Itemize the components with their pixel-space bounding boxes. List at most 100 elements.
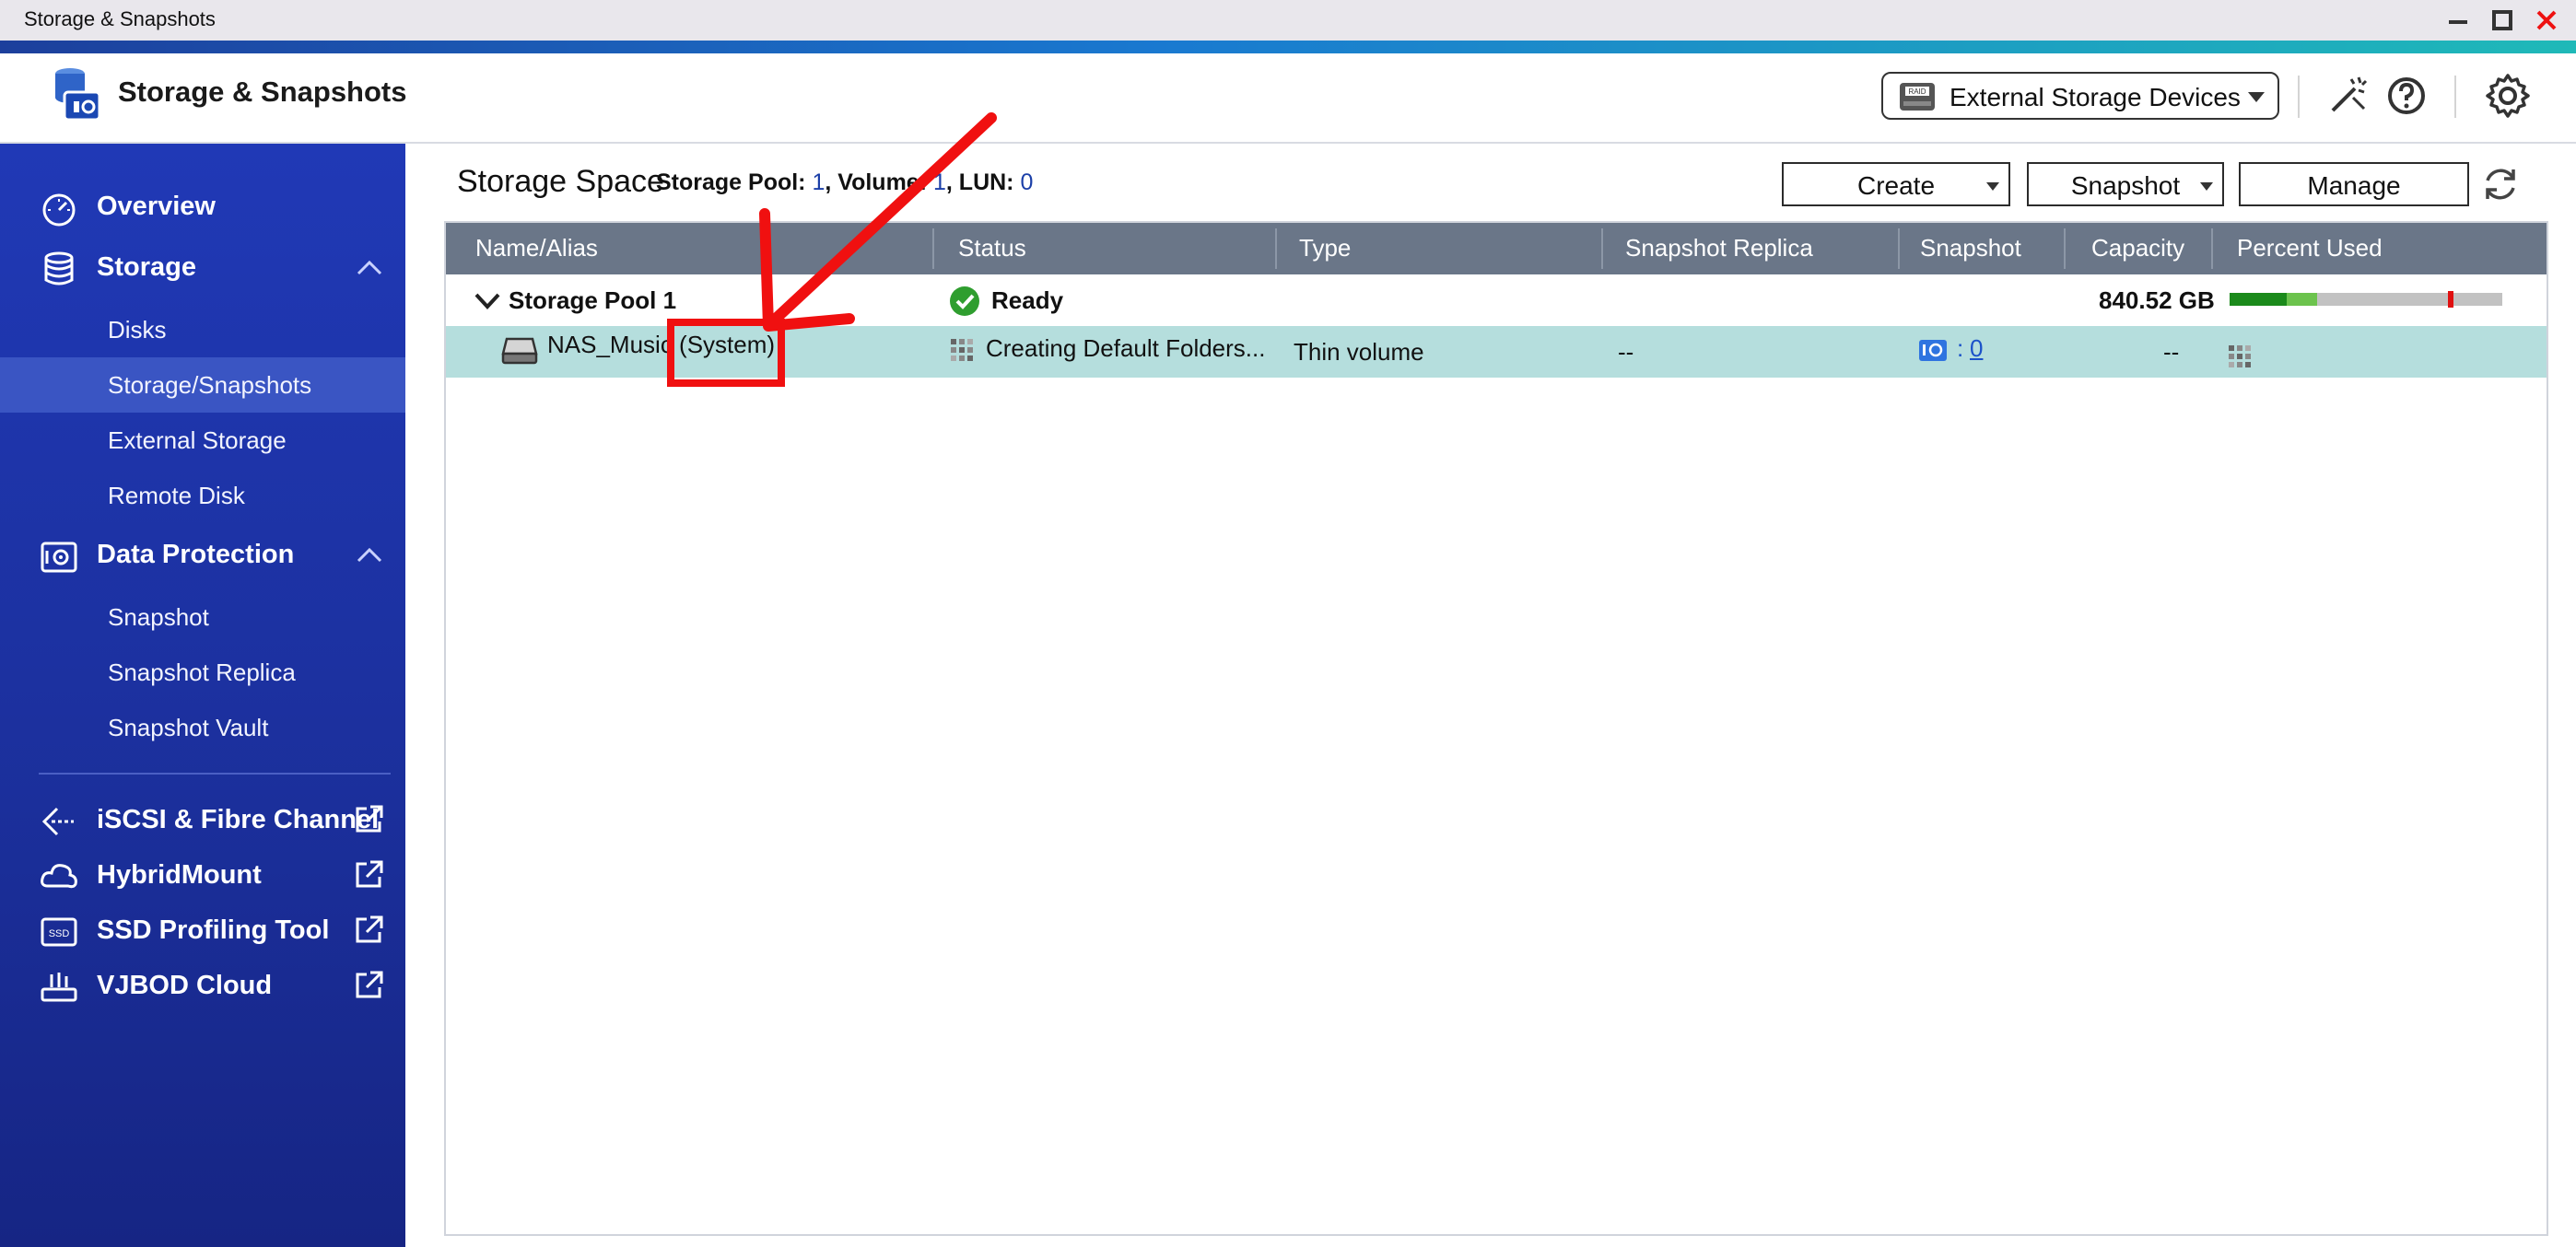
sidebar-item-ssd-profiling[interactable]: SSD SSD Profiling Tool — [0, 901, 405, 961]
volume-count: 1 — [933, 169, 946, 195]
column-header-type[interactable]: Type — [1299, 223, 1351, 274]
check-circle-icon — [950, 286, 979, 316]
column-divider — [2064, 228, 2066, 269]
sidebar-item-snapshot-vault[interactable]: Snapshot Vault — [0, 700, 405, 755]
header-divider — [2454, 76, 2456, 118]
sidebar-item-vjbod-cloud[interactable]: VJBOD Cloud — [0, 956, 405, 1017]
camera-safe-icon — [41, 542, 77, 573]
sidebar-item-label: VJBOD Cloud — [97, 971, 273, 1000]
sidebar-item-label: HybridMount — [97, 860, 262, 890]
column-header-snapshot[interactable]: Snapshot — [1920, 223, 2021, 274]
sidebar-item-storage[interactable]: Storage — [0, 238, 405, 298]
sidebar-item-overview[interactable]: Overview — [0, 177, 405, 238]
sidebar-item-label: Data Protection — [97, 540, 295, 569]
used-segment — [2230, 293, 2288, 306]
app-header: Storage & Snapshots RAID External Storag… — [0, 53, 2576, 144]
create-button[interactable]: Create — [1782, 162, 2010, 206]
create-button-label: Create — [1856, 171, 1936, 200]
sidebar-item-remote-disk[interactable]: Remote Disk — [0, 468, 405, 523]
external-link-icon[interactable] — [354, 858, 385, 890]
pool-capacity: 840.52 GB — [2099, 286, 2215, 314]
sidebar-item-data-protection[interactable]: Data Protection — [0, 525, 405, 586]
dashboard-gauge-icon — [42, 193, 76, 227]
snapshot-count-link[interactable]: 0 — [1970, 334, 1983, 363]
sidebar-item-label: SSD Profiling Tool — [97, 915, 330, 945]
lun-count: 0 — [1020, 169, 1034, 195]
pool-name: Storage Pool 1 — [509, 286, 677, 314]
sidebar-item-label: Snapshot Vault — [108, 714, 269, 741]
help-icon[interactable] — [2381, 70, 2432, 122]
snapshot-button[interactable]: Snapshot — [2027, 162, 2224, 206]
sidebar-item-hybridmount[interactable]: HybridMount — [0, 845, 405, 906]
minimize-icon[interactable] — [2443, 6, 2473, 35]
database-icon — [44, 251, 74, 286]
volume-status: Creating Default Folders... — [986, 334, 1266, 362]
sidebar-item-label: Storage/Snapshots — [108, 371, 312, 399]
volume-name: NAS_Music (System) — [547, 331, 776, 358]
sidebar-item-label: Remote Disk — [108, 482, 245, 509]
sidebar-item-label: External Storage — [108, 426, 287, 454]
header-divider — [2298, 76, 2300, 118]
column-header-snapshot-replica[interactable]: Snapshot Replica — [1625, 223, 1813, 274]
chevron-down-icon — [2248, 92, 2265, 102]
chevron-up-icon[interactable] — [356, 258, 383, 276]
cloud-icon — [41, 864, 77, 889]
storage-counts: Storage Pool: 1, Volume: 1, LUN: 0 — [656, 169, 1033, 196]
sidebar-item-iscsi[interactable]: iSCSI & Fibre Channel — [0, 790, 405, 851]
table-header: Name/Alias Status Type Snapshot Replica … — [446, 223, 2547, 274]
chevron-up-icon[interactable] — [356, 545, 383, 564]
sidebar-item-disks[interactable]: Disks — [0, 302, 405, 357]
iscsi-icon — [41, 807, 74, 836]
pool-count: 1 — [812, 169, 825, 195]
sidebar-item-external-storage[interactable]: External Storage — [0, 413, 405, 468]
chevron-down-icon[interactable] — [474, 291, 501, 311]
close-icon[interactable] — [2532, 6, 2561, 35]
column-divider — [2211, 228, 2213, 269]
lun-label: , LUN: — [945, 169, 1014, 195]
snapshot-used-segment — [2287, 293, 2317, 306]
sidebar-item-label: Snapshot Replica — [108, 658, 296, 686]
column-divider — [1898, 228, 1900, 269]
volume-label: , Volume: — [825, 169, 928, 195]
external-link-icon[interactable] — [354, 969, 385, 1000]
refresh-icon[interactable] — [2478, 162, 2523, 206]
column-header-percent-used[interactable]: Percent Used — [2237, 223, 2383, 274]
vjbod-icon — [41, 973, 77, 1002]
sidebar-item-storage-snapshots[interactable]: Storage/Snapshots — [0, 357, 405, 413]
snapshot-separator: : — [1957, 334, 1964, 362]
column-header-capacity[interactable]: Capacity — [2091, 223, 2184, 274]
external-link-icon[interactable] — [354, 803, 385, 834]
storage-snapshots-logo-icon — [55, 68, 101, 122]
loading-grid-icon — [2229, 345, 2251, 367]
volume-type: Thin volume — [1294, 338, 1424, 366]
table-row-storage-pool[interactable]: Storage Pool 1 Ready 840.52 GB — [446, 274, 2547, 326]
sidebar-item-label: iSCSI & Fibre Channel — [97, 805, 380, 834]
sidebar-item-label: Snapshot — [108, 603, 209, 631]
manage-button[interactable]: Manage — [2239, 162, 2469, 206]
external-link-icon[interactable] — [354, 914, 385, 945]
maximize-icon[interactable] — [2488, 6, 2517, 35]
window-title: Storage & Snapshots — [24, 7, 216, 30]
column-divider — [1275, 228, 1277, 269]
sidebar-divider — [39, 773, 391, 775]
loading-grid-icon — [951, 339, 973, 361]
sidebar-item-label: Disks — [108, 316, 167, 344]
sidebar-item-snapshot[interactable]: Snapshot — [0, 589, 405, 645]
gear-icon[interactable] — [2482, 70, 2534, 122]
chevron-down-icon — [1986, 182, 1999, 191]
magic-wand-icon[interactable] — [2324, 70, 2375, 122]
column-header-status[interactable]: Status — [958, 223, 1026, 274]
svg-text:SSD: SSD — [49, 928, 70, 939]
percent-used-bar — [2230, 291, 2502, 308]
storage-table: Name/Alias Status Type Snapshot Replica … — [444, 221, 2548, 1236]
external-storage-devices-dropdown[interactable]: RAID External Storage Devices — [1881, 72, 2279, 120]
column-header-name[interactable]: Name/Alias — [475, 223, 598, 274]
column-divider — [932, 228, 934, 269]
external-storage-label: External Storage Devices — [1950, 83, 2241, 111]
manage-button-label: Manage — [2307, 171, 2401, 200]
volume-disk-icon — [501, 337, 538, 365]
chevron-down-icon — [2200, 182, 2213, 191]
svg-text:RAID: RAID — [1908, 87, 1926, 96]
sidebar-item-snapshot-replica[interactable]: Snapshot Replica — [0, 645, 405, 700]
table-row-volume[interactable]: NAS_Music (System) Creating Default Fold… — [446, 326, 2547, 378]
